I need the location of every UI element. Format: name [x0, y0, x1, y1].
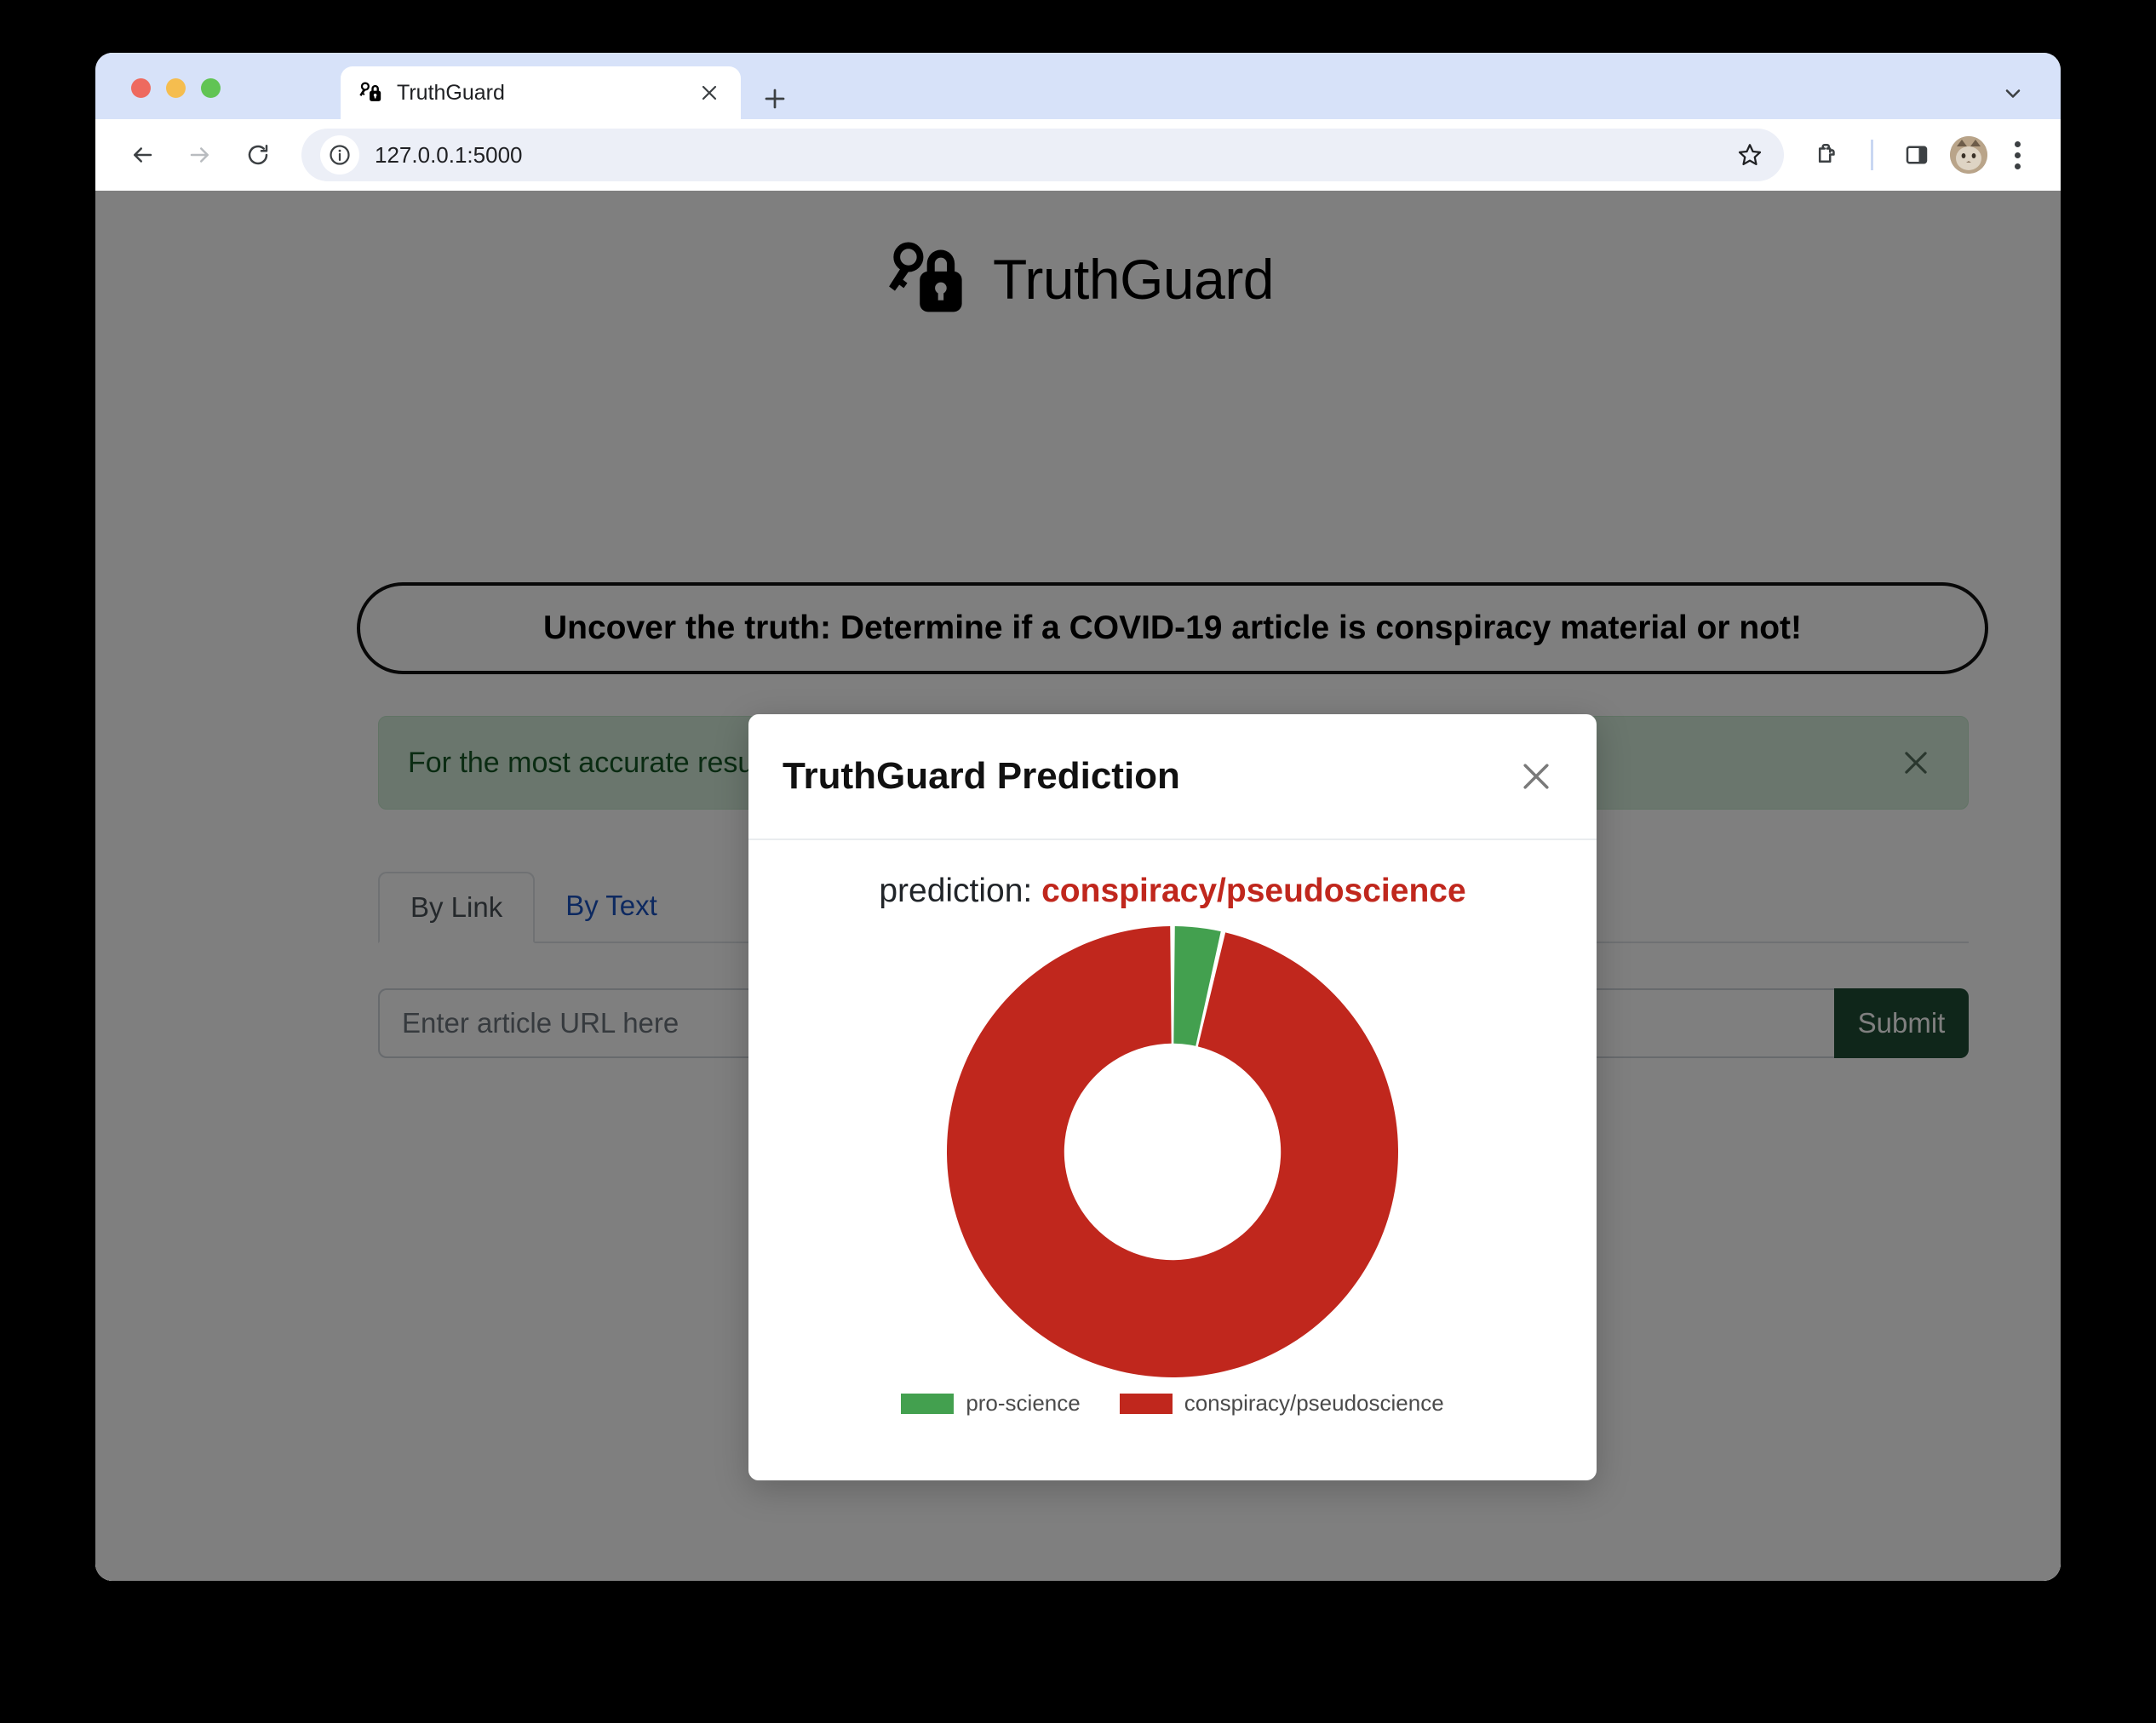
prediction-label: prediction: — [879, 873, 1033, 909]
modal-body: prediction: conspiracy/pseudoscience pro… — [748, 840, 1597, 1480]
close-icon[interactable] — [695, 78, 724, 107]
lock-key-icon — [358, 80, 383, 106]
side-panel-icon[interactable] — [1892, 130, 1941, 180]
modal-header: TruthGuard Prediction — [748, 714, 1597, 840]
legend-item-pro-science[interactable]: pro-science — [901, 1390, 1081, 1417]
plus-icon[interactable] — [758, 82, 792, 116]
donut-chart-svg — [947, 926, 1398, 1377]
page-viewport: TruthGuard Uncover the truth: Determine … — [95, 191, 2061, 1581]
chart-legend: pro-science conspiracy/pseudoscience — [901, 1390, 1444, 1417]
legend-swatch — [901, 1393, 955, 1414]
maximize-window-button[interactable] — [201, 78, 221, 98]
donut-slice[interactable] — [947, 926, 1398, 1377]
modal-title: TruthGuard Prediction — [783, 755, 1180, 797]
chevron-down-icon[interactable] — [1998, 78, 2028, 109]
three-dot-menu-icon[interactable] — [1996, 130, 2038, 180]
window-traffic-lights — [131, 78, 221, 98]
browser-tab-strip: TruthGuard — [95, 53, 2061, 119]
browser-tab-title: TruthGuard — [397, 80, 505, 105]
browser-window: TruthGuard 127.0.0.1:5000 Enter article … — [95, 53, 2061, 1581]
legend-swatch — [1119, 1393, 1173, 1414]
menu-dot — [2014, 140, 2021, 147]
close-icon[interactable] — [1510, 750, 1563, 803]
close-window-button[interactable] — [131, 78, 151, 98]
browser-tab-truthguard[interactable]: TruthGuard — [341, 66, 741, 119]
star-icon[interactable] — [1728, 133, 1772, 177]
reload-icon[interactable] — [233, 130, 283, 180]
legend-item-conspiracy[interactable]: conspiracy/pseudoscience — [1119, 1390, 1444, 1417]
info-circle-icon[interactable] — [320, 135, 359, 175]
browser-toolbar: 127.0.0.1:5000 — [95, 119, 2061, 191]
profile-avatar-cat[interactable] — [1950, 136, 1987, 174]
address-bar[interactable]: 127.0.0.1:5000 — [301, 129, 1784, 181]
legend-label: conspiracy/pseudoscience — [1184, 1390, 1444, 1416]
prediction-modal: TruthGuard Prediction prediction: conspi… — [748, 714, 1597, 1480]
legend-label: pro-science — [966, 1390, 1081, 1416]
address-bar-url[interactable]: 127.0.0.1:5000 — [375, 142, 1728, 169]
toolbar-divider — [1871, 140, 1873, 170]
minimize-window-button[interactable] — [166, 78, 186, 98]
puzzle-piece-icon[interactable] — [1803, 130, 1852, 180]
menu-dot — [2014, 152, 2021, 158]
prediction-value: conspiracy/pseudoscience — [1041, 873, 1466, 909]
prediction-line: prediction: conspiracy/pseudoscience — [879, 873, 1465, 910]
prediction-donut-chart — [943, 922, 1402, 1382]
menu-dot — [2014, 163, 2021, 169]
arrow-left-icon[interactable] — [118, 130, 167, 180]
arrow-right-icon[interactable] — [175, 130, 225, 180]
